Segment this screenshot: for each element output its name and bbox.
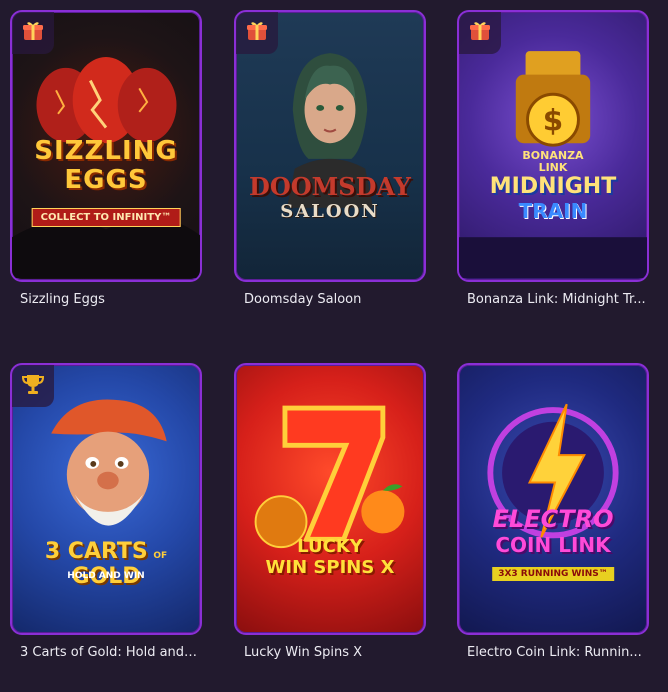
game-card-electro-coin-link[interactable]: ELECTRO COIN LINK 3X3 RUNNING WINS™ Elec… bbox=[457, 363, 649, 660]
logo-line: EGGS bbox=[64, 165, 148, 195]
trophy-badge bbox=[12, 365, 54, 407]
logo-line: DOOMSDAY bbox=[249, 172, 411, 201]
logo-line: LUCKY bbox=[297, 536, 363, 557]
game-title[interactable]: Lucky Win Spins X bbox=[244, 645, 424, 660]
logo-line: LINK bbox=[538, 161, 568, 174]
trophy-icon bbox=[20, 371, 46, 401]
game-card-bonanza-link[interactable]: $ BONANZA LINK MIDNIGHT TRAIN Bonanza Li… bbox=[457, 10, 649, 307]
game-thumbnail[interactable]: $ BONANZA LINK MIDNIGHT TRAIN bbox=[457, 10, 649, 282]
game-card-lucky-win-spins-x[interactable]: LUCKY WIN SPINS X Lucky Win Spins X bbox=[234, 363, 426, 660]
game-title[interactable]: Doomsday Saloon bbox=[244, 292, 424, 307]
logo-line: TRAIN bbox=[518, 199, 588, 223]
gift-icon bbox=[467, 18, 493, 48]
logo-line: COIN LINK bbox=[495, 533, 611, 557]
logo-line: 3 CARTS bbox=[44, 539, 148, 564]
game-tagline: HOLD AND WIN bbox=[67, 571, 145, 581]
game-thumbnail[interactable]: DOOMSDAY SALOON bbox=[234, 10, 426, 282]
game-card-3-carts-of-gold[interactable]: 3 CARTS OF GOLD HOLD AND WIN 3 Carts of … bbox=[10, 363, 202, 660]
game-title[interactable]: Electro Coin Link: Runnin... bbox=[467, 645, 647, 660]
logo-line: OF bbox=[153, 551, 168, 561]
logo-line: SALOON bbox=[280, 201, 380, 222]
svg-text:$: $ bbox=[543, 103, 563, 137]
game-card-doomsday-saloon[interactable]: DOOMSDAY SALOON Doomsday Saloon bbox=[234, 10, 426, 307]
game-tagline: 3X3 RUNNING WINS™ bbox=[492, 567, 614, 581]
game-card-sizzling-eggs[interactable]: SIZZLING EGGS COLLECT TO INFINITY™ Sizzl… bbox=[10, 10, 202, 307]
game-title[interactable]: Sizzling Eggs bbox=[20, 292, 200, 307]
gift-icon bbox=[20, 18, 46, 48]
game-thumbnail[interactable]: ELECTRO COIN LINK 3X3 RUNNING WINS™ bbox=[457, 363, 649, 635]
lucky-seven-artwork bbox=[254, 405, 405, 549]
logo-line: WIN SPINS X bbox=[265, 557, 395, 578]
logo-line: ELECTRO bbox=[492, 505, 614, 533]
game-tagline: COLLECT TO INFINITY™ bbox=[31, 208, 181, 227]
game-title[interactable]: 3 Carts of Gold: Hold and ... bbox=[20, 645, 200, 660]
game-thumbnail[interactable]: 3 CARTS OF GOLD HOLD AND WIN bbox=[10, 363, 202, 635]
gift-badge bbox=[236, 12, 278, 54]
lightning-artwork bbox=[487, 403, 619, 539]
game-thumbnail[interactable]: LUCKY WIN SPINS X bbox=[234, 363, 426, 635]
logo-line: MIDNIGHT bbox=[489, 174, 617, 199]
gift-badge bbox=[459, 12, 501, 54]
game-thumbnail[interactable]: SIZZLING EGGS COLLECT TO INFINITY™ bbox=[10, 10, 202, 282]
gift-icon bbox=[244, 18, 270, 48]
logo-line: SIZZLING bbox=[34, 136, 178, 166]
game-title[interactable]: Bonanza Link: Midnight Tr... bbox=[467, 292, 647, 307]
gift-badge bbox=[12, 12, 54, 54]
